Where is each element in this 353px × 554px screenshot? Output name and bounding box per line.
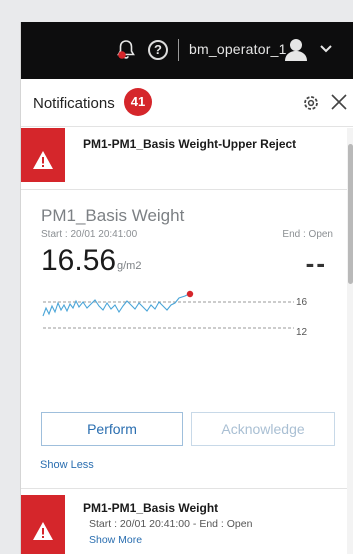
start-time: Start : 20/01 20:41:00 xyxy=(41,229,138,240)
alert-start-end: Start : 20/01 20:41:00 - End : Open xyxy=(89,518,253,530)
notifications-header: Notifications 41 xyxy=(21,79,353,127)
warning-triangle-icon xyxy=(33,151,53,169)
current-value-dot xyxy=(186,290,194,298)
header-divider xyxy=(178,39,179,61)
chevron-down-icon[interactable] xyxy=(319,44,333,54)
alert-severity-bar xyxy=(21,128,65,182)
metric-value: 16.56 xyxy=(41,244,117,277)
perform-button[interactable]: Perform xyxy=(41,412,183,446)
trend-line xyxy=(42,293,190,317)
metric-name: PM1_Basis Weight xyxy=(41,206,185,225)
notifications-panel: ? bm_operator_1 Notifications 41 PM1-PM1… xyxy=(20,22,353,554)
user-avatar-icon[interactable] xyxy=(283,36,309,62)
scrollbar-thumb[interactable] xyxy=(348,144,353,284)
gear-icon[interactable] xyxy=(302,94,320,112)
trend-sparkline xyxy=(42,290,294,329)
show-less-link[interactable]: Show Less xyxy=(40,459,94,471)
username-label[interactable]: bm_operator_1 xyxy=(189,41,287,57)
metric-unit: g/m2 xyxy=(117,260,142,272)
close-icon[interactable] xyxy=(330,93,348,111)
help-icon[interactable]: ? xyxy=(148,40,168,60)
notifications-title: Notifications xyxy=(33,95,115,112)
show-more-link[interactable]: Show More xyxy=(89,534,142,546)
alert-severity-bar xyxy=(21,495,65,554)
notification-count-badge: 41 xyxy=(124,88,152,116)
upper-limit-label: 16 xyxy=(296,297,308,308)
top-bar: ? bm_operator_1 xyxy=(21,22,353,79)
alert-detail: PM1_Basis Weight Start : 20/01 20:41:00 … xyxy=(21,190,347,488)
alert-title: PM1-PM1_Basis Weight-Upper Reject xyxy=(83,137,297,151)
warning-triangle-icon xyxy=(33,522,53,540)
end-time: End : Open xyxy=(282,229,333,240)
secondary-value: -- xyxy=(305,248,327,278)
alert-title: PM1-PM1_Basis Weight xyxy=(83,501,219,515)
bell-alert-icon[interactable] xyxy=(114,38,138,62)
acknowledge-button[interactable]: Acknowledge xyxy=(191,412,335,446)
alert-card-basis-weight[interactable]: PM1-PM1_Basis Weight Start : 20/01 20:41… xyxy=(21,488,347,554)
alert-card-upper-reject[interactable]: PM1-PM1_Basis Weight-Upper Reject xyxy=(21,128,347,190)
lower-limit-label: 12 xyxy=(296,327,308,338)
